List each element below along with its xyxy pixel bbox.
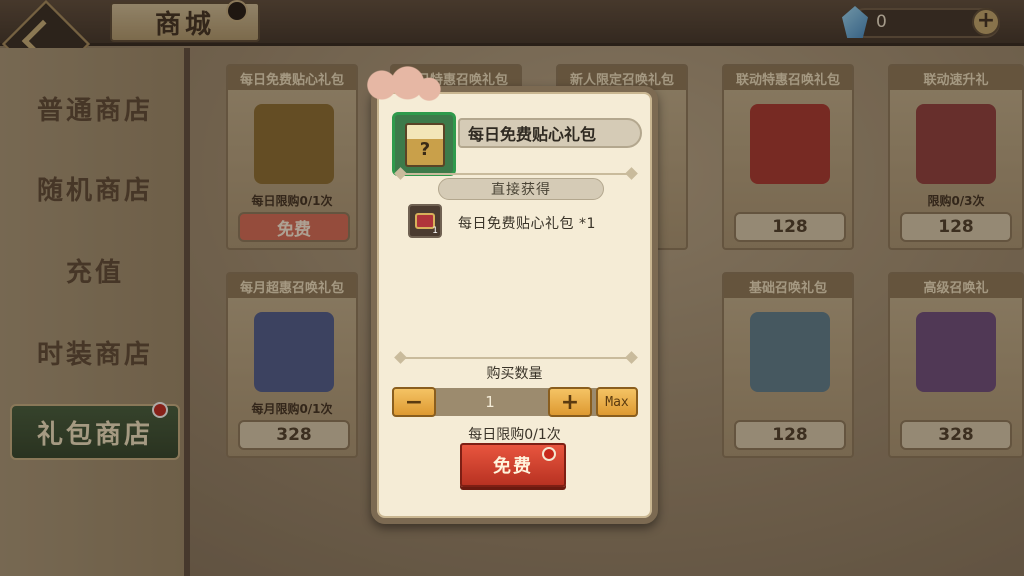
red-dot-icon [542, 447, 556, 461]
plus-icon: + [560, 389, 580, 415]
reward-count: 1 [432, 226, 438, 236]
buy-button-label: 免费 [493, 456, 533, 477]
item-icon: ? [392, 112, 456, 176]
purchase-limit-text: 每日限购0/1次 [468, 427, 561, 443]
item-name-plate: 每日免费贴心礼包 [458, 118, 642, 148]
max-quantity-button[interactable]: Max [596, 387, 638, 417]
cloud-ornament-icon [356, 64, 442, 106]
quantity-value[interactable]: 1 [438, 390, 542, 414]
quantity-label: 购买数量 [486, 366, 543, 382]
divider [400, 173, 632, 175]
increase-quantity-button[interactable]: + [548, 387, 592, 417]
question-mark: ? [419, 139, 431, 160]
decrease-quantity-button[interactable]: − [392, 387, 436, 417]
section-label: 直接获得 [438, 178, 604, 200]
reward-item-icon[interactable]: 1 [408, 204, 442, 238]
reward-text: 每日免费贴心礼包 *1 [458, 216, 596, 232]
divider [400, 357, 632, 359]
minus-icon: − [404, 389, 424, 415]
item-name: 每日免费贴心礼包 [468, 125, 597, 144]
mystery-box-icon: ? [405, 123, 445, 167]
